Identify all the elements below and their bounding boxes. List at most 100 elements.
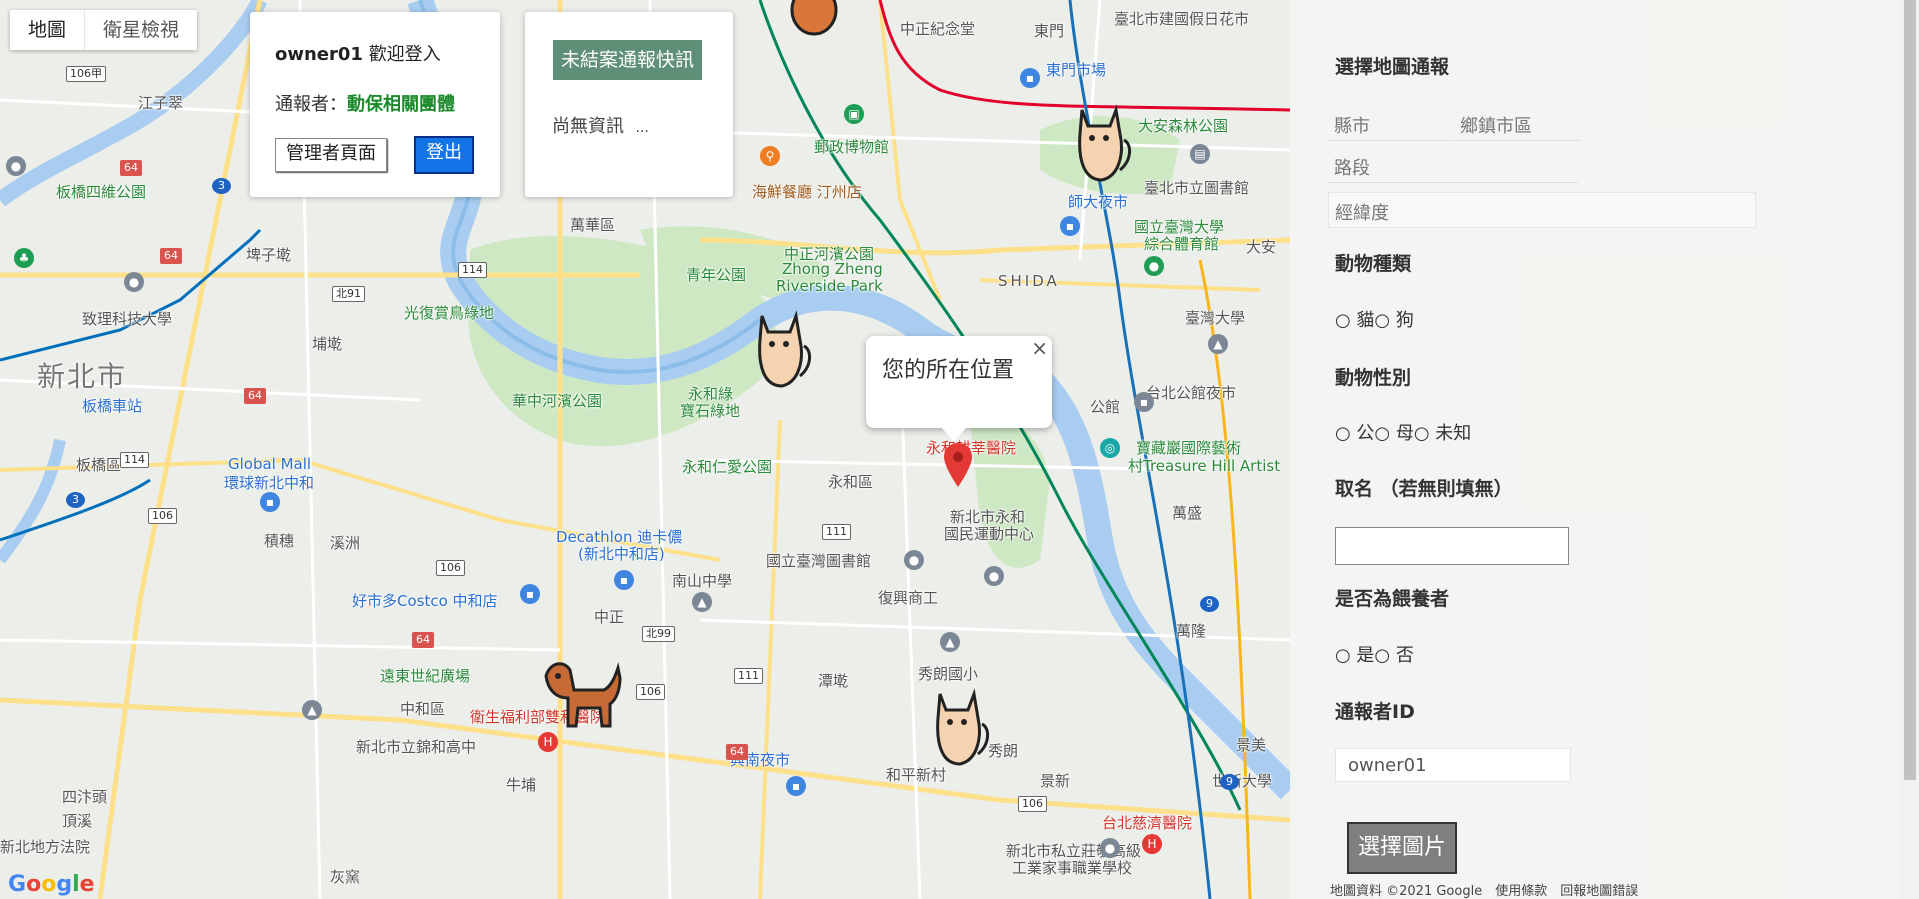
map-label: 寶石綠地: [680, 402, 741, 420]
map-label: 海鮮餐廳 汀州店: [752, 183, 862, 201]
map-label: 國立臺灣圖書館: [766, 552, 872, 570]
map-label: 好市多Costco 中和店: [352, 592, 498, 610]
map-label: 國民運動中心: [944, 525, 1035, 543]
map-label: 板橋車站: [82, 397, 143, 415]
route-shield: 106: [636, 684, 665, 700]
welcome-label: 歡迎登入: [368, 44, 441, 65]
map-label: 新北市: [37, 360, 128, 393]
place-icon: ●: [984, 566, 1004, 586]
map-label: Zhong Zheng: [782, 260, 883, 278]
museum-icon: ▣: [844, 104, 864, 124]
map-label: Global Mall: [228, 455, 312, 473]
coordinate-field[interactable]: 經緯度: [1328, 192, 1756, 228]
map-label: 遠東世紀廣場: [380, 667, 471, 685]
cat-marker[interactable]: [746, 306, 816, 396]
map-label: 板橋四維公園: [56, 183, 147, 201]
name-input[interactable]: [1335, 527, 1569, 565]
cat-marker[interactable]: [784, 0, 844, 44]
username: owner01: [275, 44, 363, 65]
feeder-label: 是否為餵養者: [1335, 588, 1450, 610]
login-card: owner01 歡迎登入 通報者：動保相關團體 管理者頁面 登出: [250, 12, 500, 197]
map-label: 中和區: [400, 700, 446, 718]
map-label: 積穗: [264, 532, 295, 550]
reporter-id-field[interactable]: owner01: [1335, 748, 1571, 782]
library-icon: ▤: [1190, 144, 1210, 164]
report-panel: 選擇地圖通報 縣市 鄉鎮市區 路段 經緯度 動物種類 ○ 貓○ 狗 動物性別 ○…: [1290, 0, 1901, 899]
map-label: 埔墘: [312, 335, 343, 353]
map-label: 萬盛: [1172, 504, 1203, 522]
close-icon[interactable]: ×: [1031, 336, 1048, 360]
logout-button[interactable]: 登出: [414, 136, 474, 174]
route-shield: 64: [726, 744, 748, 760]
map-label: 潭墘: [818, 672, 849, 690]
map-label: 大安: [1246, 238, 1277, 256]
map-label: 致理科技大學: [82, 310, 173, 328]
town-field[interactable]: 鄉鎮市區: [1454, 106, 1580, 141]
map-label: 秀朗國小: [918, 665, 979, 683]
route-shield: 9: [1200, 596, 1219, 612]
place-icon: ●: [124, 272, 144, 292]
map-label: 永和仁愛公園: [682, 458, 773, 476]
shopping-icon: ▪: [786, 776, 806, 796]
art-icon: ◎: [1100, 438, 1120, 458]
cat-marker[interactable]: [1066, 100, 1136, 190]
shopping-icon: ▪: [260, 492, 280, 512]
route-shield: 106: [1018, 796, 1047, 812]
map-label: SHIDA: [998, 272, 1060, 290]
route-shield: 64: [160, 248, 182, 264]
news-title[interactable]: 未結案通報快訊: [553, 40, 703, 80]
park-icon: ♣: [14, 248, 34, 268]
map-label: 郵政博物館: [814, 138, 890, 156]
map-label: 板橋區: [76, 456, 122, 474]
feeder-radio-group[interactable]: ○ 是○ 否: [1335, 641, 1414, 667]
place-icon: ●: [1100, 838, 1120, 858]
map-type-satellite-button[interactable]: 衛星檢視: [84, 10, 197, 50]
map-label: 江子翠: [138, 94, 184, 112]
admin-page-button[interactable]: 管理者頁面: [275, 138, 387, 172]
school-icon: ▲: [940, 632, 960, 652]
map-label: 東門: [1034, 22, 1065, 40]
route-shield: 111: [822, 524, 851, 540]
dog-marker[interactable]: [540, 650, 624, 736]
cat-marker[interactable]: [924, 684, 994, 774]
scrollbar-thumb[interactable]: [1904, 0, 1916, 780]
county-field[interactable]: 縣市: [1328, 106, 1452, 141]
map-label: 臺灣大學: [1185, 309, 1246, 327]
school-icon: ▲: [1208, 334, 1228, 354]
shopping-icon: ▪: [520, 584, 540, 604]
shopping-icon: ▪: [1020, 68, 1040, 88]
map-type-control: 地圖 衛星檢視: [10, 10, 198, 50]
map-label: 臺北市建國假日花市: [1114, 10, 1250, 28]
route-shield: 北99: [642, 626, 675, 642]
map-label: 工業家事職業學校: [1012, 859, 1133, 877]
upload-image-button[interactable]: 選擇圖片: [1347, 822, 1457, 874]
map-type-map-button[interactable]: 地圖: [10, 10, 84, 50]
reporter-line: 通報者：動保相關團體: [275, 90, 455, 116]
map-footer: 地圖資料 ©2021 Google 使用條款 回報地圖錯誤: [1330, 884, 1639, 899]
panel-title: 選擇地圖通報: [1335, 56, 1450, 78]
map-label: 東門市場: [1046, 61, 1107, 79]
reporter-value: 動保相關團體: [347, 94, 455, 115]
route-shield: 111: [734, 668, 763, 684]
route-shield: 114: [120, 452, 149, 468]
map-label: 臺北市立圖書館: [1144, 179, 1250, 197]
scrollbar[interactable]: [1901, 0, 1919, 899]
route-shield: 106甲: [66, 66, 106, 82]
road-field[interactable]: 路段: [1328, 148, 1578, 183]
google-logo: Google: [8, 872, 95, 897]
shopping-icon: ▪: [1134, 392, 1154, 412]
route-shield: 3: [212, 178, 231, 194]
species-radio-group[interactable]: ○ 貓○ 狗: [1335, 306, 1414, 332]
map-label: 中正紀念堂: [900, 20, 976, 38]
restaurant-icon: ⚲: [760, 146, 780, 166]
school-icon: ▲: [692, 592, 712, 612]
map-label: 新北地方法院: [0, 838, 91, 856]
map-label: Riverside Park: [776, 277, 883, 295]
map-label: 灰窯: [330, 868, 361, 886]
map-label: 埤子墘: [246, 246, 292, 264]
school-icon: ▲: [302, 700, 322, 720]
route-shield: 106: [436, 560, 465, 576]
location-pin-icon[interactable]: [944, 443, 972, 491]
map-label: 青年公園: [686, 266, 747, 284]
gender-radio-group[interactable]: ○ 公○ 母○ 未知: [1335, 419, 1471, 445]
